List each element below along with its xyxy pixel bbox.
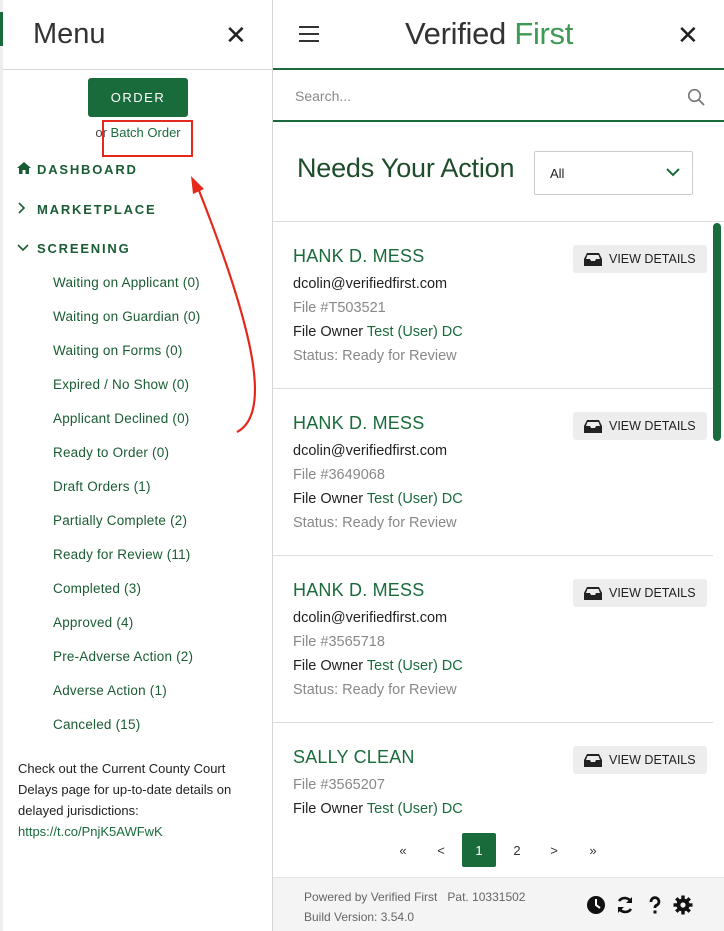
- applicant-email: dcolin@verifiedfirst.com: [293, 610, 448, 626]
- file-number: File #T503521: [293, 300, 386, 316]
- applicant-email: dcolin@verifiedfirst.com: [293, 276, 448, 292]
- nav-marketplace[interactable]: MARKETPLACE: [17, 202, 156, 217]
- screening-item-partially-complete[interactable]: Partially Complete (2): [53, 513, 187, 528]
- clock-icon[interactable]: [586, 895, 606, 915]
- annotation-highlight-box: [102, 120, 193, 157]
- footer-patent: Pat. 10331502: [447, 890, 526, 904]
- chevron-down-icon: [666, 168, 680, 177]
- menu-close-icon[interactable]: ✕: [225, 22, 247, 48]
- file-owner: File Owner Test (User) DC: [293, 491, 463, 507]
- app-header: Verified First ✕: [273, 0, 724, 70]
- home-icon: [17, 162, 37, 177]
- pagination-page-2[interactable]: 2: [507, 833, 527, 867]
- screening-item-waiting-forms[interactable]: Waiting on Forms (0): [53, 343, 183, 358]
- screening-item-canceled[interactable]: Canceled (15): [53, 717, 140, 732]
- nav-dashboard-label: DASHBOARD: [37, 162, 138, 177]
- applicant-name[interactable]: SALLY CLEAN: [293, 747, 415, 768]
- nav-screening[interactable]: SCREENING: [17, 241, 131, 256]
- file-owner-link[interactable]: Test (User) DC: [367, 324, 463, 340]
- applicant-name[interactable]: HANK D. MESS: [293, 246, 424, 267]
- file-status: Status: Ready for Review: [293, 682, 457, 698]
- app-close-icon[interactable]: ✕: [677, 22, 699, 48]
- list-scrollbar[interactable]: [713, 223, 721, 441]
- applicant-name[interactable]: HANK D. MESS: [293, 413, 424, 434]
- refresh-icon[interactable]: [615, 895, 635, 915]
- screening-item-ready-to-order[interactable]: Ready to Order (0): [53, 445, 169, 460]
- nav-dashboard[interactable]: DASHBOARD: [17, 162, 138, 177]
- menu-panel: Menu ✕ ORDER or Batch Order DASHBOARD MA…: [3, 0, 273, 931]
- file-status: Status: Ready for Review: [293, 348, 457, 364]
- screening-item-waiting-applicant[interactable]: Waiting on Applicant (0): [53, 275, 200, 290]
- file-owner-link[interactable]: Test (User) DC: [367, 658, 463, 674]
- help-icon[interactable]: [645, 895, 665, 915]
- list-item[interactable]: SALLY CLEAN File #3565207 File Owner Tes…: [273, 723, 713, 831]
- footer-build: Build Version: 3.54.0: [304, 910, 415, 924]
- action-list: HANK D. MESS dcolin@verifiedfirst.com Fi…: [273, 221, 724, 831]
- menu-title: Menu: [33, 18, 106, 50]
- applicant-email: dcolin@verifiedfirst.com: [293, 443, 448, 459]
- news-notice: Check out the Current County Court Delay…: [18, 758, 248, 842]
- footer-powered: Powered by Verified First: [304, 890, 438, 904]
- search-icon[interactable]: [687, 88, 705, 106]
- view-details-button[interactable]: VIEW DETAILS: [573, 746, 707, 774]
- nav-marketplace-label: MARKETPLACE: [37, 202, 157, 217]
- list-item[interactable]: HANK D. MESS dcolin@verifiedfirst.com Fi…: [273, 222, 713, 389]
- inbox-icon: [584, 419, 602, 433]
- file-number: File #3649068: [293, 467, 385, 483]
- pagination-prev[interactable]: <: [431, 833, 451, 867]
- file-owner: File Owner Test (User) DC: [293, 801, 463, 817]
- view-details-button[interactable]: VIEW DETAILS: [573, 412, 707, 440]
- file-number: File #3565718: [293, 634, 385, 650]
- screening-item-approved[interactable]: Approved (4): [53, 615, 133, 630]
- pagination: « < 1 2 > »: [273, 833, 724, 869]
- inbox-icon: [584, 586, 602, 600]
- screening-item-ready-for-review[interactable]: Ready for Review (11): [53, 547, 191, 562]
- search-input[interactable]: [295, 82, 675, 110]
- pagination-first[interactable]: «: [393, 833, 413, 867]
- view-details-button[interactable]: VIEW DETAILS: [573, 245, 707, 273]
- screening-item-expired[interactable]: Expired / No Show (0): [53, 377, 189, 392]
- pagination-last[interactable]: »: [583, 833, 603, 867]
- file-owner: File Owner Test (User) DC: [293, 658, 463, 674]
- list-item[interactable]: HANK D. MESS dcolin@verifiedfirst.com Fi…: [273, 556, 713, 723]
- hamburger-menu-icon[interactable]: [299, 26, 319, 47]
- pagination-next[interactable]: >: [544, 833, 564, 867]
- order-button[interactable]: ORDER: [88, 78, 188, 117]
- search-bar: [273, 72, 724, 122]
- file-owner-link[interactable]: Test (User) DC: [367, 801, 463, 817]
- footer-text: Powered by Verified First Pat. 10331502 …: [304, 887, 525, 927]
- screening-item-declined[interactable]: Applicant Declined (0): [53, 411, 189, 426]
- verified-first-logo: Verified First: [405, 16, 574, 51]
- app-panel: Verified First ✕ Needs Your Action All H…: [273, 0, 724, 931]
- filter-value: All: [550, 166, 565, 181]
- news-text: Check out the Current County Court Delay…: [18, 761, 232, 818]
- chevron-right-icon: [17, 202, 37, 217]
- screening-item-pre-adverse[interactable]: Pre-Adverse Action (2): [53, 649, 193, 664]
- file-status: Status: Ready for Review: [293, 515, 457, 531]
- screening-item-completed[interactable]: Completed (3): [53, 581, 141, 596]
- chevron-down-icon: [17, 241, 37, 256]
- page-title: Needs Your Action: [297, 153, 515, 183]
- menu-header: Menu ✕: [3, 0, 273, 70]
- gear-icon[interactable]: [673, 895, 693, 915]
- screening-item-adverse[interactable]: Adverse Action (1): [53, 683, 167, 698]
- file-owner-link[interactable]: Test (User) DC: [367, 491, 463, 507]
- applicant-name[interactable]: HANK D. MESS: [293, 580, 424, 601]
- footer: Powered by Verified First Pat. 10331502 …: [273, 877, 724, 931]
- pagination-page-1[interactable]: 1: [462, 833, 496, 867]
- nav-screening-label: SCREENING: [37, 241, 131, 256]
- screening-item-draft-orders[interactable]: Draft Orders (1): [53, 479, 151, 494]
- news-link[interactable]: https://t.co/PnjK5AWFwK: [18, 824, 163, 839]
- file-number: File #3565207: [293, 777, 385, 793]
- view-details-button[interactable]: VIEW DETAILS: [573, 579, 707, 607]
- inbox-icon: [584, 252, 602, 266]
- file-owner: File Owner Test (User) DC: [293, 324, 463, 340]
- screening-item-waiting-guardian[interactable]: Waiting on Guardian (0): [53, 309, 200, 324]
- inbox-icon: [584, 753, 602, 767]
- status-filter-select[interactable]: All: [534, 151, 693, 195]
- list-item[interactable]: HANK D. MESS dcolin@verifiedfirst.com Fi…: [273, 389, 713, 556]
